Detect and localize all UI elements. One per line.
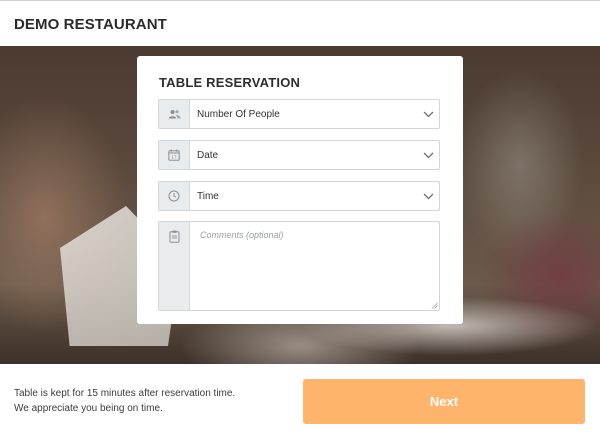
people-value: Number Of People: [197, 108, 280, 120]
resize-handle-icon[interactable]: [431, 302, 438, 309]
footer: Table is kept for 15 minutes after reser…: [0, 364, 600, 438]
time-select[interactable]: Time: [158, 181, 440, 211]
reservation-card: TABLE RESERVATION Number Of People 17 Da…: [137, 56, 463, 324]
next-button[interactable]: Next: [303, 379, 585, 424]
comments-textarea[interactable]: Comments (optional): [190, 222, 439, 310]
date-value: Date: [197, 149, 219, 161]
restaurant-title: DEMO RESTAURANT: [14, 16, 167, 33]
note-line-2: We appreciate you being on time.: [14, 403, 163, 414]
clipboard-icon: [159, 222, 190, 310]
clock-icon: [159, 182, 190, 210]
date-select[interactable]: 17 Date: [158, 140, 440, 170]
calendar-day: 17: [171, 155, 177, 161]
chevron-down-icon[interactable]: [417, 182, 439, 210]
header: DEMO RESTAURANT: [0, 0, 600, 46]
reservation-note: Table is kept for 15 minutes after reser…: [14, 386, 235, 416]
chevron-down-icon[interactable]: [417, 100, 439, 128]
people-select[interactable]: Number Of People: [158, 99, 440, 129]
chevron-down-icon[interactable]: [417, 141, 439, 169]
comments-field[interactable]: Comments (optional): [158, 221, 440, 311]
people-icon: [159, 100, 190, 128]
comments-placeholder: Comments (optional): [200, 230, 284, 240]
time-value: Time: [197, 190, 219, 202]
note-line-1: Table is kept for 15 minutes after reser…: [14, 388, 236, 399]
calendar-icon: 17: [159, 141, 190, 169]
reservation-title: TABLE RESERVATION: [159, 75, 301, 90]
